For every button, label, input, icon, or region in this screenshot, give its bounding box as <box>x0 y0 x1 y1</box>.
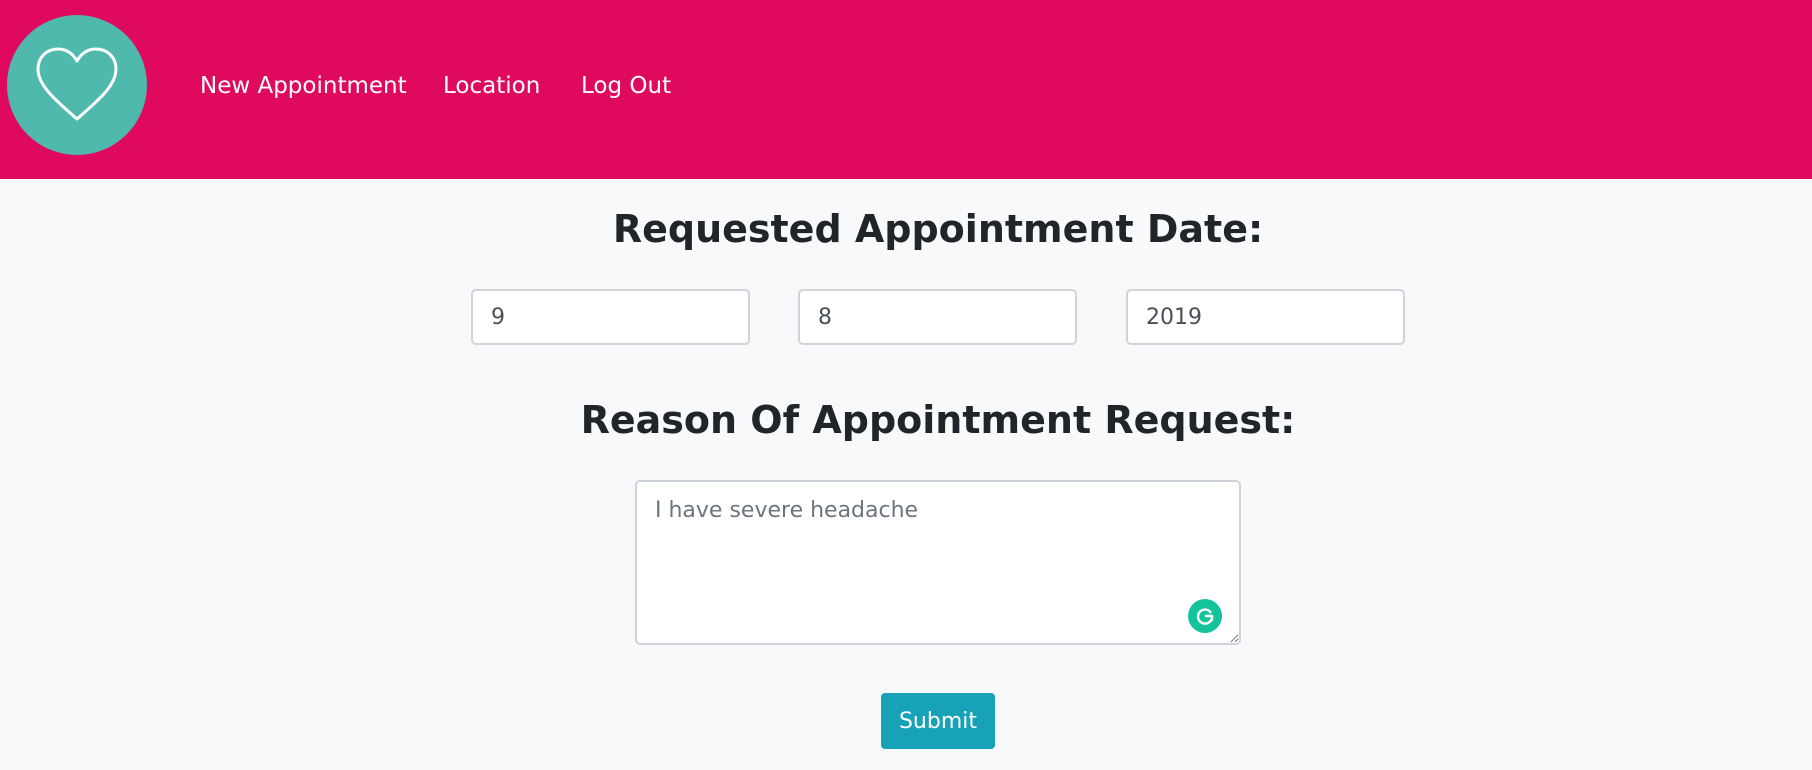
month-input[interactable] <box>798 289 1077 345</box>
nav-link-new-appointment[interactable]: New Appointment <box>200 70 407 102</box>
year-input[interactable] <box>1126 289 1405 345</box>
logo[interactable] <box>7 15 147 155</box>
heart-icon <box>36 47 118 121</box>
day-input[interactable] <box>471 289 750 345</box>
reason-textarea[interactable]: I have severe headache <box>635 480 1241 645</box>
nav-link-location[interactable]: Location <box>443 70 540 102</box>
grammarly-glyph-icon <box>1196 608 1214 625</box>
top-navbar: New Appointment Location Log Out <box>0 0 1812 179</box>
grammarly-g-icon[interactable] <box>1188 599 1222 633</box>
nav-link-log-out[interactable]: Log Out <box>581 70 671 102</box>
submit-button[interactable]: Submit <box>881 693 995 749</box>
date-heading: Requested Appointment Date: <box>612 207 1264 251</box>
reason-heading: Reason Of Appointment Request: <box>580 398 1296 442</box>
